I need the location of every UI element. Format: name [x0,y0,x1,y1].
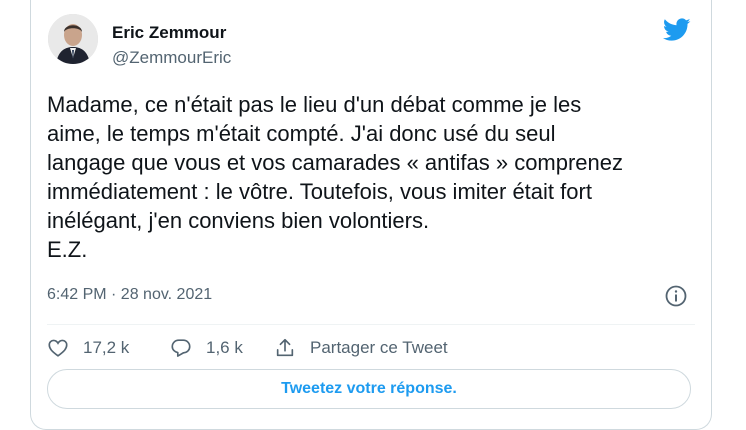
avatar[interactable] [48,14,98,64]
tweet-timestamp[interactable]: 6:42 PM · 28 nov. 2021 [47,286,212,304]
compose-reply-button[interactable]: Tweetez votre réponse. [47,369,691,409]
tweet-text: Madame, ce n'était pas le lieu d'un déba… [47,92,624,262]
like-button[interactable]: 17,2 k [47,334,129,362]
reply-bubble-icon [171,339,191,357]
share-label: Partager ce Tweet [310,338,448,357]
divider [47,324,695,325]
share-button[interactable]: Partager ce Tweet [274,334,448,362]
author-name[interactable]: Eric Zemmour [112,23,226,43]
twitter-bird-icon[interactable] [663,18,691,42]
share-icon [276,338,294,357]
like-count: 17,2 k [83,338,130,357]
heart-icon [48,339,68,357]
reply-button[interactable]: 1,6 k [170,334,243,362]
author-handle[interactable]: @ZemmourEric [112,48,231,68]
reply-count: 1,6 k [206,338,243,357]
tweet-card: Eric Zemmour @ZemmourEric Madame, ce n'é… [30,0,712,430]
profile-photo-icon [48,14,98,64]
info-icon[interactable] [664,284,688,308]
